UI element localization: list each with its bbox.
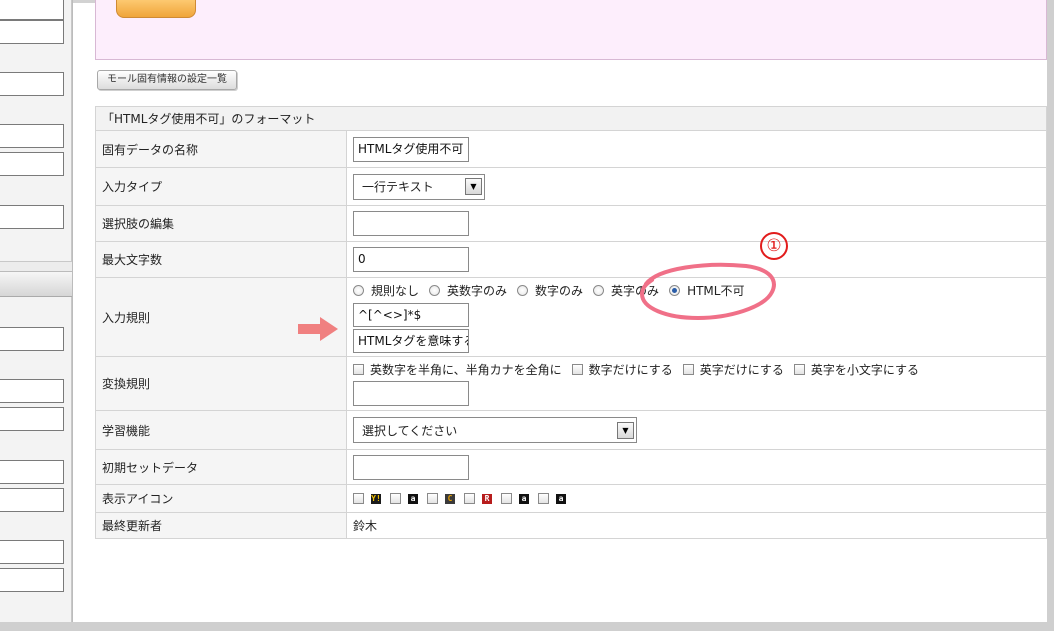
- top-banner: [95, 0, 1047, 60]
- initial-data-label: 初期セットデータ: [95, 449, 347, 485]
- sidebar-input-7[interactable]: [0, 327, 64, 351]
- convert-option-digits[interactable]: 数字だけにする: [571, 361, 673, 378]
- choices-label: 選択肢の編集: [95, 205, 347, 242]
- convert-rule-input[interactable]: [353, 381, 469, 406]
- radio-no-html[interactable]: [669, 285, 681, 296]
- convert-option-lowercase[interactable]: 英字を小文字にする: [793, 361, 919, 378]
- sidebar-input-3[interactable]: [0, 72, 64, 96]
- sidebar-input-6[interactable]: [0, 205, 64, 229]
- sidebar-section-header[interactable]: [0, 271, 72, 297]
- radio-alpha[interactable]: [593, 285, 605, 296]
- max-chars-input[interactable]: 0: [353, 247, 469, 272]
- max-chars-label: 最大文字数: [95, 241, 347, 278]
- sidebar-input-12[interactable]: [0, 540, 64, 564]
- rakuten-icon: R: [482, 493, 492, 504]
- sidebar-input-11[interactable]: [0, 488, 64, 512]
- sidebar-input-13[interactable]: [0, 568, 64, 592]
- chevron-down-icon[interactable]: ▼: [465, 178, 482, 195]
- sidebar-input-9[interactable]: [0, 407, 64, 431]
- convert-option-halfwidth[interactable]: 英数字を半角に、半角カナを全角に: [353, 361, 562, 378]
- checkbox-digits[interactable]: [571, 364, 583, 375]
- radio-digits[interactable]: [517, 285, 529, 296]
- learning-value: 選択してください: [362, 423, 458, 438]
- sidebar-input-2[interactable]: [0, 20, 64, 44]
- rule-regex-input[interactable]: ^[^<>]*$: [353, 303, 469, 327]
- rule-option-alnum[interactable]: 英数字のみ: [429, 282, 507, 299]
- sidebar-input-8[interactable]: [0, 379, 64, 403]
- convert-rule-options: 英数字を半角に、半角カナを全角に 数字だけにする 英字だけにする 英字を小文字に…: [353, 361, 1046, 378]
- convert-rule-label: 変換規則: [95, 356, 347, 411]
- arrow-right-icon: [298, 317, 338, 341]
- learning-select[interactable]: 選択してください ▼: [353, 417, 637, 443]
- learning-label: 学習機能: [95, 410, 347, 450]
- left-sidebar: [0, 0, 73, 622]
- display-icon-options: Y! a C Ra a: [353, 493, 1046, 504]
- convert-option-alpha[interactable]: 英字だけにする: [682, 361, 784, 378]
- amazon-icon-2: a: [519, 493, 529, 504]
- rule-option-none[interactable]: 規則なし: [353, 282, 419, 299]
- mall-settings-list-button[interactable]: モール固有情報の設定一覧: [97, 70, 237, 90]
- form-title: 「HTMLタグ使用不可」のフォーマット: [95, 106, 1047, 131]
- choices-input[interactable]: [353, 211, 469, 236]
- last-updated-value: 鈴木: [346, 512, 1047, 539]
- rule-option-no-html[interactable]: HTML不可: [669, 282, 744, 299]
- name-label: 固有データの名称: [95, 130, 347, 168]
- rule-option-alpha[interactable]: 英字のみ: [593, 282, 659, 299]
- rule-option-digits[interactable]: 数字のみ: [517, 282, 583, 299]
- sidebar-input-1[interactable]: [0, 0, 64, 20]
- sidebar-input-10[interactable]: [0, 460, 64, 484]
- rule-message-input[interactable]: HTMLタグを意味する!: [353, 329, 469, 353]
- annotation-number-one: ①: [760, 232, 788, 260]
- display-icon-checkbox-4[interactable]: [464, 493, 475, 504]
- amazon-icon-3: a: [556, 493, 566, 504]
- format-form-table: 「HTMLタグ使用不可」のフォーマット 固有データの名称 HTMLタグ使用不可 …: [95, 106, 1047, 539]
- checkbox-halfwidth[interactable]: [353, 364, 364, 375]
- radio-alnum[interactable]: [429, 285, 441, 296]
- window-frame-bottom: [0, 622, 1054, 631]
- yahoo-icon: Y!: [371, 493, 381, 504]
- display-icon-checkbox-6[interactable]: [538, 493, 549, 504]
- last-updated-label: 最終更新者: [95, 512, 347, 539]
- input-type-label: 入力タイプ: [95, 167, 347, 206]
- initial-data-input[interactable]: [353, 454, 469, 480]
- chevron-down-icon[interactable]: ▼: [617, 421, 634, 439]
- sidebar-input-5[interactable]: [0, 152, 64, 176]
- banner-orange-button[interactable]: [116, 0, 196, 18]
- c-icon: C: [445, 493, 455, 504]
- name-input[interactable]: HTMLタグ使用不可: [353, 136, 469, 162]
- display-icon-checkbox-3[interactable]: [427, 493, 438, 504]
- display-icon-checkbox-1[interactable]: [353, 493, 364, 504]
- input-type-value: 一行テキスト: [362, 180, 434, 194]
- display-icon-checkbox-5[interactable]: [501, 493, 512, 504]
- checkbox-alpha[interactable]: [682, 364, 694, 375]
- sidebar-input-4[interactable]: [0, 124, 64, 148]
- display-icon-label: 表示アイコン: [95, 484, 347, 513]
- checkbox-lowercase[interactable]: [793, 364, 805, 375]
- amazon-icon: a: [408, 493, 418, 504]
- window-frame-right: [1047, 0, 1054, 631]
- input-type-select[interactable]: 一行テキスト ▼: [353, 173, 485, 200]
- radio-none[interactable]: [353, 285, 364, 296]
- input-rule-options: 規則なし 英数字のみ 数字のみ 英字のみ HTML不可: [353, 282, 1046, 299]
- display-icon-checkbox-2[interactable]: [390, 493, 401, 504]
